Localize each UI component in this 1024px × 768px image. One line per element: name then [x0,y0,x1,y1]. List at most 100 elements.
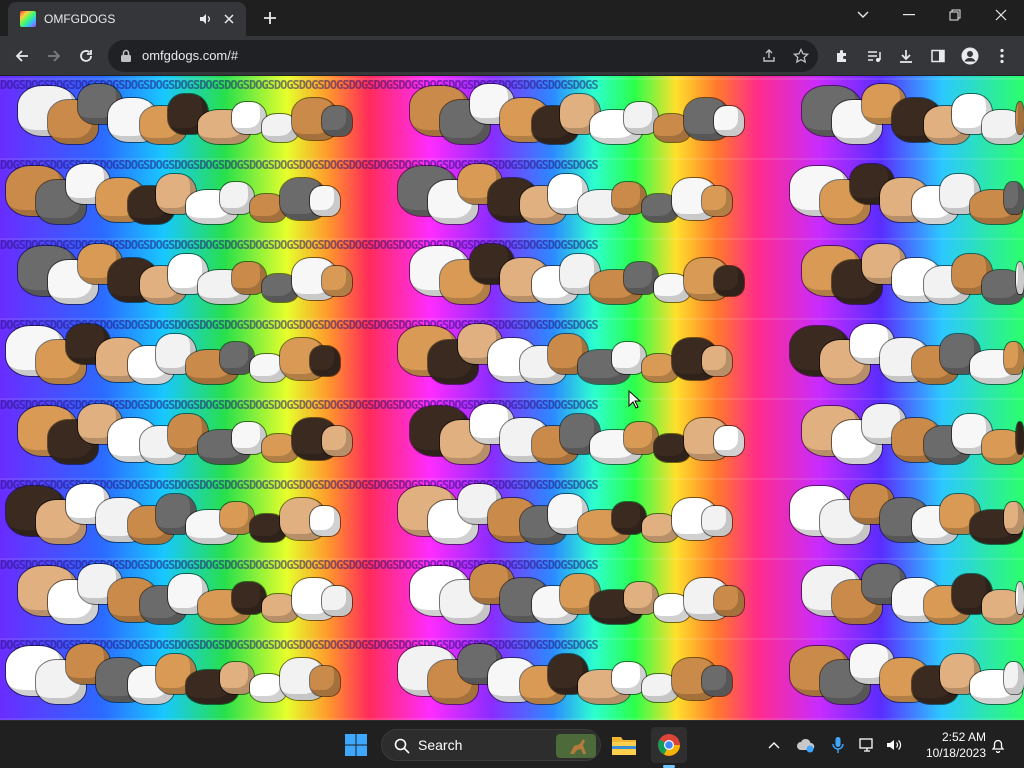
puzzle-icon [837,50,846,62]
minimize-button[interactable] [886,0,932,30]
tab-search-button[interactable] [840,0,886,30]
url-text[interactable]: omfgdogs.com/# [142,48,238,63]
minimize-icon [903,14,915,16]
running-dog-sprite [1016,102,1024,134]
forward-arrow-icon [48,50,61,62]
address-bar[interactable]: omfgdogs.com/# [108,40,818,72]
running-dog-sprite [220,342,254,374]
browser-menu-button[interactable] [988,42,1016,70]
reload-icon [80,50,92,62]
running-dog-sprite [1016,262,1024,294]
notifications-button[interactable] [988,735,1008,755]
reload-button[interactable] [72,42,100,70]
windows-logo-icon [345,734,367,756]
microphone-tray-button[interactable] [828,735,848,755]
running-dog-sprite [322,586,352,616]
windows-taskbar: Search 2:52 AM 10/18/2023 [0,720,1024,768]
running-dog-sprite [612,502,646,534]
back-button[interactable] [8,42,36,70]
close-icon [224,14,234,24]
show-hidden-icons-button[interactable] [764,735,784,755]
search-icon [394,738,410,754]
running-dog-sprite [1016,582,1024,614]
taskbar-clock[interactable]: 2:52 AM 10/18/2023 [914,729,986,761]
running-dog-sprite [220,662,254,694]
search-highlight-kangaroo-icon [556,734,596,758]
running-dog-sprite [232,582,266,614]
dog-pattern-row: DOGSDOGSDOGSDOGSDOGSDOGSDOGSDOGSDOGSDOGS… [0,236,1024,316]
running-dog-sprite [702,346,732,376]
running-dog-sprite [1004,342,1024,374]
omfgdogs-page[interactable]: DOGSDOGSDOGSDOGSDOGSDOGSDOGSDOGSDOGSDOGS… [0,76,1024,720]
dog-pattern-row: DOGSDOGSDOGSDOGSDOGSDOGSDOGSDOGSDOGSDOGS… [0,476,1024,556]
dog-pattern-row: DOGSDOGSDOGSDOGSDOGSDOGSDOGSDOGSDOGSDOGS… [0,156,1024,236]
running-dog-sprite [624,422,658,454]
forward-button[interactable] [40,42,68,70]
file-explorer-taskbar-button[interactable] [606,727,642,763]
window-close-button[interactable] [978,0,1024,30]
start-button[interactable] [344,733,368,757]
microphone-icon [832,737,844,753]
running-dog-sprite [232,262,266,294]
running-dog-sprite [624,262,658,294]
browser-tab-omfgdogs[interactable]: OMFGDOGS [8,2,246,36]
running-dog-sprite [310,186,340,216]
restore-button[interactable] [932,0,978,30]
lock-icon[interactable] [120,49,132,63]
star-icon [793,48,809,64]
clock-time: 2:52 AM [941,730,986,744]
dog-pattern-row: DOGSDOGSDOGSDOGSDOGSDOGSDOGSDOGSDOGSDOGS… [0,556,1024,636]
taskbar-search-box[interactable]: Search [381,729,601,761]
dog-pattern-row: DOGSDOGSDOGSDOGSDOGSDOGSDOGSDOGSDOGSDOGS… [0,636,1024,716]
mouse-cursor-icon [628,390,642,409]
side-panel-button[interactable] [924,42,952,70]
running-dog-sprite [322,426,352,456]
running-dog-sprite [322,106,352,136]
tab-title: OMFGDOGS [44,12,116,26]
running-dog-sprite [714,266,744,296]
back-arrow-icon [15,50,28,62]
running-dog-sprite [310,346,340,376]
running-dog-sprite [714,586,744,616]
network-tray-button[interactable] [858,735,878,755]
onedrive-tray-button[interactable] [796,735,816,755]
running-dog-sprite [624,582,658,614]
running-dog-sprite [714,426,744,456]
running-dog-sprite [714,106,744,136]
site-favicon-icon [20,11,36,27]
share-button[interactable] [756,43,782,69]
speaker-icon[interactable] [196,10,214,28]
running-dog-sprite [232,422,266,454]
cloud-icon [797,738,815,753]
chevron-up-icon [768,742,780,749]
running-dog-sprite [702,186,732,216]
running-dog-sprite [220,502,254,534]
profile-button[interactable] [956,42,984,70]
bookmark-star-button[interactable] [788,43,814,69]
running-dog-sprite [1016,422,1024,454]
running-dog-sprite [322,266,352,296]
running-dog-sprite [1004,182,1024,214]
media-control-button[interactable] [860,42,888,70]
running-dog-sprite [612,662,646,694]
restore-icon [949,9,961,21]
close-icon [995,9,1007,21]
new-tab-button[interactable] [258,6,282,30]
plus-icon [264,12,276,24]
downloads-button[interactable] [892,42,920,70]
share-icon [763,49,775,62]
extensions-button[interactable] [828,42,856,70]
running-dog-sprite [232,102,266,134]
chrome-taskbar-button[interactable] [651,727,687,763]
volume-tray-button[interactable] [884,735,904,755]
network-icon [859,738,873,752]
folder-icon [612,737,636,755]
browser-titlebar: OMFGDOGS [0,0,1024,36]
running-dog-sprite [220,182,254,214]
running-dog-sprite [612,182,646,214]
running-dog-sprite [1004,502,1024,534]
dog-pattern-row: DOGSDOGSDOGSDOGSDOGSDOGSDOGSDOGSDOGSDOGS… [0,316,1024,396]
running-dog-sprite [702,666,732,696]
tab-close-button[interactable] [220,10,238,28]
profile-icon [961,47,979,65]
